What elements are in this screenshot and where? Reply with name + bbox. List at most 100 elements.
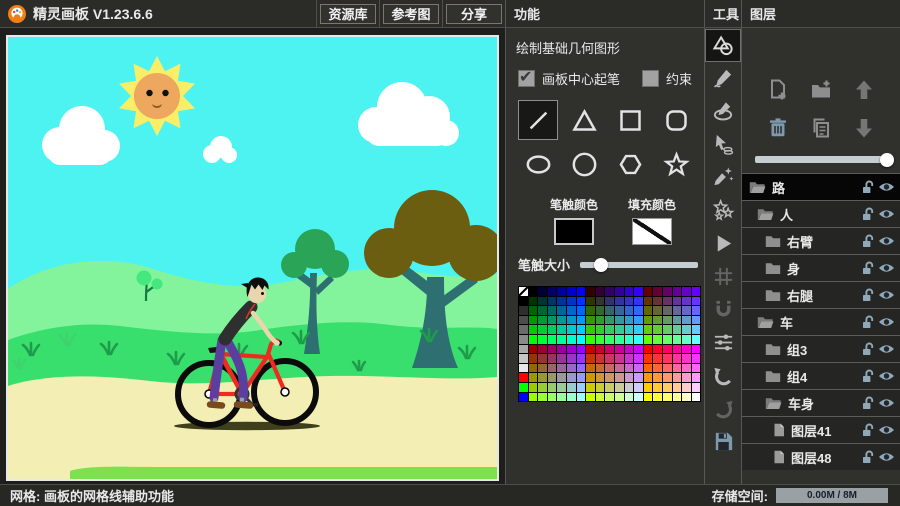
palette-swatch[interactable]	[538, 393, 547, 402]
palette-swatch[interactable]	[673, 383, 682, 392]
palette-swatch[interactable]	[692, 345, 701, 354]
tool-play[interactable]	[705, 227, 741, 260]
palette-swatch[interactable]	[634, 393, 643, 402]
brush-size-slider-thumb[interactable]	[594, 258, 608, 272]
palette-swatch[interactable]	[548, 335, 557, 344]
palette-swatch[interactable]	[529, 335, 538, 344]
unlock-icon[interactable]	[861, 315, 874, 329]
palette-swatch[interactable]	[577, 316, 586, 325]
palette-swatch[interactable]	[673, 335, 682, 344]
palette-swatch[interactable]	[653, 383, 662, 392]
unlock-icon[interactable]	[861, 450, 874, 464]
palette-swatch[interactable]	[682, 393, 691, 402]
palette-swatch[interactable]	[673, 297, 682, 306]
palette-swatch[interactable]	[634, 325, 643, 334]
palette-swatch[interactable]	[529, 383, 538, 392]
tool-shapes[interactable]	[705, 29, 741, 62]
palette-swatch[interactable]	[529, 287, 538, 296]
palette-swatch[interactable]	[644, 306, 653, 315]
drawing-canvas[interactable]	[6, 35, 499, 481]
palette-swatch[interactable]	[596, 325, 605, 334]
palette-swatch[interactable]	[634, 354, 643, 363]
unlock-icon[interactable]	[861, 180, 874, 194]
palette-swatch[interactable]	[538, 335, 547, 344]
shape-button-star[interactable]	[656, 144, 696, 184]
palette-swatch[interactable]	[625, 393, 634, 402]
palette-swatch[interactable]	[567, 373, 576, 382]
palette-swatch[interactable]	[567, 393, 576, 402]
eye-icon[interactable]	[878, 451, 895, 463]
palette-swatch[interactable]	[663, 373, 672, 382]
unlock-icon[interactable]	[861, 261, 874, 275]
palette-swatch[interactable]	[644, 287, 653, 296]
palette-swatch[interactable]	[586, 373, 595, 382]
palette-swatch[interactable]	[557, 306, 566, 315]
palette-swatch[interactable]	[548, 393, 557, 402]
palette-swatch[interactable]	[682, 325, 691, 334]
tool-save[interactable]	[705, 425, 741, 458]
tool-undo[interactable]	[705, 359, 741, 392]
palette-swatch[interactable]	[605, 373, 614, 382]
palette-swatch[interactable]	[519, 393, 528, 402]
palette-swatch[interactable]	[548, 345, 557, 354]
eye-icon[interactable]	[878, 397, 895, 409]
palette-swatch[interactable]	[548, 316, 557, 325]
unlock-icon[interactable]	[861, 288, 874, 302]
palette-swatch[interactable]	[692, 383, 701, 392]
unlock-icon[interactable]	[861, 396, 874, 410]
palette-swatch[interactable]	[692, 393, 701, 402]
palette-swatch[interactable]	[663, 297, 672, 306]
palette-swatch[interactable]	[548, 306, 557, 315]
palette-swatch[interactable]	[538, 316, 547, 325]
palette-swatch[interactable]	[673, 287, 682, 296]
eye-icon[interactable]	[878, 181, 895, 193]
palette-swatch[interactable]	[596, 316, 605, 325]
eye-icon[interactable]	[878, 316, 895, 328]
tool-magnet[interactable]	[705, 293, 741, 326]
eye-icon[interactable]	[878, 343, 895, 355]
checkbox-1[interactable]	[642, 70, 659, 87]
palette-swatch[interactable]	[519, 383, 528, 392]
palette-swatch[interactable]	[557, 335, 566, 344]
palette-swatch[interactable]	[557, 316, 566, 325]
palette-swatch[interactable]	[682, 383, 691, 392]
palette-swatch[interactable]	[692, 316, 701, 325]
checkbox-0[interactable]: ✔	[518, 70, 535, 87]
palette-swatch[interactable]	[548, 325, 557, 334]
palette-swatch[interactable]	[519, 325, 528, 334]
shape-button-ellipse[interactable]	[518, 144, 558, 184]
unlock-icon[interactable]	[861, 207, 874, 221]
palette-swatch[interactable]	[538, 297, 547, 306]
layer-row-图层48[interactable]: 图层48	[742, 443, 900, 470]
palette-swatch[interactable]	[682, 364, 691, 373]
palette-swatch[interactable]	[557, 383, 566, 392]
palette-swatch[interactable]	[586, 354, 595, 363]
layers-new-layer-button[interactable]	[756, 78, 799, 102]
palette-swatch[interactable]	[519, 306, 528, 315]
palette-swatch[interactable]	[653, 345, 662, 354]
layers-move-up-button[interactable]	[843, 78, 886, 102]
palette-swatch[interactable]	[682, 354, 691, 363]
palette-swatch[interactable]	[567, 335, 576, 344]
palette-swatch[interactable]	[577, 354, 586, 363]
palette-swatch[interactable]	[538, 373, 547, 382]
palette-swatch[interactable]	[567, 306, 576, 315]
layer-row-组4[interactable]: 组4	[742, 362, 900, 389]
palette-swatch[interactable]	[605, 383, 614, 392]
palette-swatch[interactable]	[682, 316, 691, 325]
brush-size-slider[interactable]	[580, 262, 698, 268]
palette-swatch[interactable]	[586, 364, 595, 373]
palette-swatch[interactable]	[653, 316, 662, 325]
layer-row-身[interactable]: 身	[742, 254, 900, 281]
palette-swatch[interactable]	[682, 373, 691, 382]
palette-swatch[interactable]	[529, 373, 538, 382]
palette-swatch[interactable]	[682, 335, 691, 344]
palette-swatch[interactable]	[538, 287, 547, 296]
shape-button-circle[interactable]	[564, 144, 604, 184]
shape-button-square[interactable]	[610, 100, 650, 140]
palette-swatch[interactable]	[577, 383, 586, 392]
palette-swatch[interactable]	[653, 335, 662, 344]
palette-swatch[interactable]	[653, 297, 662, 306]
palette-swatch[interactable]	[519, 364, 528, 373]
tool-pencil[interactable]	[705, 62, 741, 95]
